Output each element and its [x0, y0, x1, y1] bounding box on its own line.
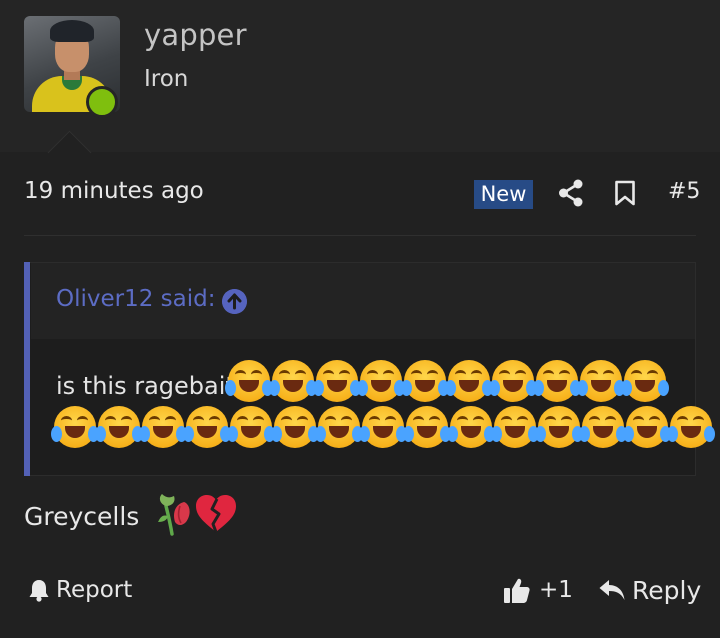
laughing-emoji-icon	[227, 406, 275, 448]
thumbs-up-icon	[504, 578, 530, 603]
laughing-emoji-icon	[139, 406, 187, 448]
reply-button[interactable]: Reply	[598, 574, 701, 606]
quote-author-link[interactable]: Oliver12 said:	[56, 286, 216, 312]
laughing-emoji-icon	[447, 406, 495, 448]
reply-label: Reply	[632, 575, 702, 605]
laughing-emoji-icon	[535, 406, 583, 448]
report-button[interactable]: Report	[28, 574, 132, 606]
laughing-emoji-icon	[445, 360, 493, 402]
post-number-link[interactable]: #5	[668, 179, 700, 204]
laughing-emoji-icon	[577, 360, 625, 402]
bell-icon	[29, 580, 49, 602]
laughing-emoji-icon	[401, 360, 449, 402]
laughing-emoji-icon	[183, 406, 231, 448]
online-status-dot	[86, 86, 118, 118]
laughing-emoji-icon	[623, 406, 671, 448]
like-button[interactable]: +1	[503, 574, 573, 606]
laughing-emoji-icon	[667, 406, 715, 448]
laughing-emoji-icon	[579, 406, 627, 448]
new-badge: New	[474, 180, 533, 209]
laughing-emoji-icon	[225, 360, 273, 402]
post-body-text: Greycells	[24, 502, 140, 531]
share-icon[interactable]	[558, 179, 584, 207]
laughing-emoji-icon	[271, 406, 319, 448]
laughing-emoji-icon	[313, 360, 361, 402]
laughing-emoji-icon	[315, 406, 363, 448]
arrow-up-icon[interactable]	[222, 289, 247, 314]
laughing-emoji-icon	[621, 360, 669, 402]
divider	[24, 235, 696, 236]
laughing-emoji-icon	[403, 406, 451, 448]
laughing-emoji-icon	[357, 360, 405, 402]
post-timestamp[interactable]: 19 minutes ago	[24, 178, 204, 204]
quote-text: is this ragebait	[56, 372, 235, 400]
laughing-emoji-icon	[359, 406, 407, 448]
broken-heart-icon	[196, 495, 236, 533]
reply-arrow-icon	[599, 580, 625, 600]
quote-accent-bar	[24, 262, 30, 476]
like-count: +1	[539, 577, 573, 603]
laughing-emoji-icon	[95, 406, 143, 448]
user-rank: Iron	[144, 66, 189, 92]
laughing-emoji-icon	[51, 406, 99, 448]
username-link[interactable]: yapper	[144, 18, 247, 52]
laughing-emoji-icon	[489, 360, 537, 402]
wilted-rose-icon	[158, 494, 190, 536]
report-label: Report	[56, 577, 133, 603]
laughing-emoji-icon	[491, 406, 539, 448]
bookmark-icon[interactable]	[614, 180, 636, 206]
laughing-emoji-icon	[533, 360, 581, 402]
laughing-emoji-icon	[269, 360, 317, 402]
